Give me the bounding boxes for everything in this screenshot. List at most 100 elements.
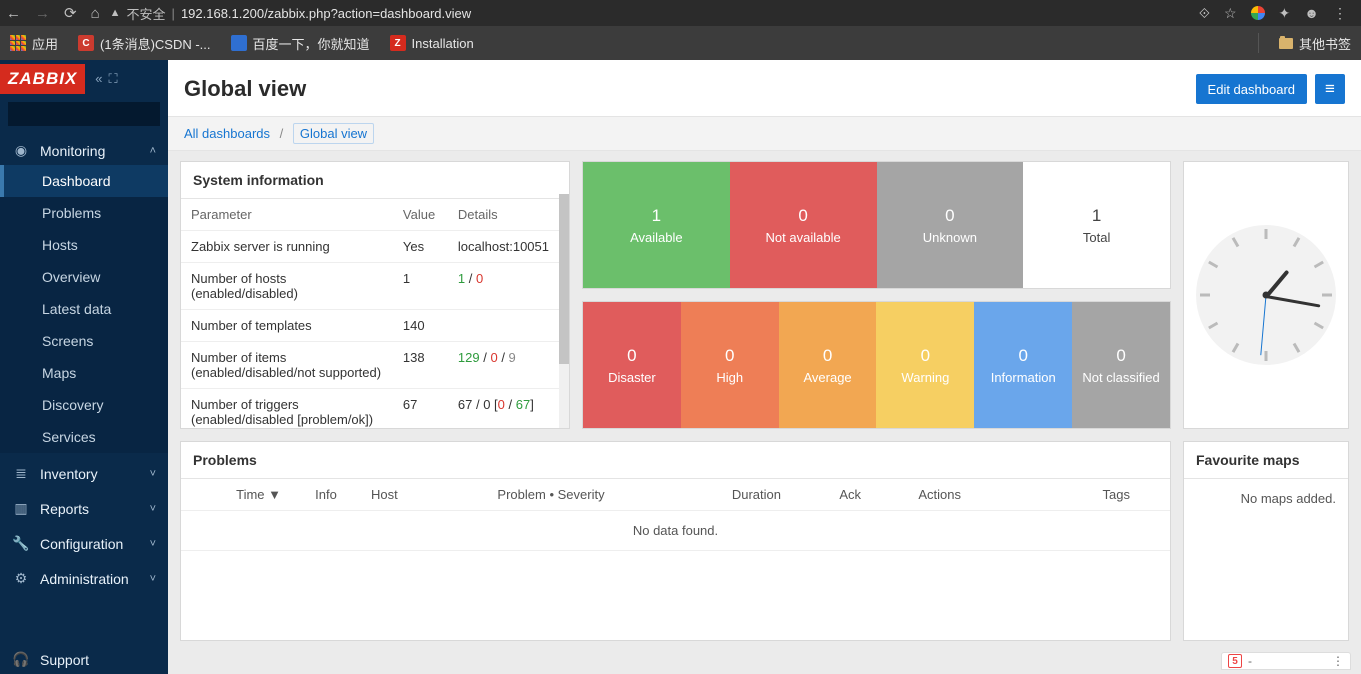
col-host[interactable]: Host <box>361 479 441 511</box>
favourite-maps-widget: Favourite maps No maps added. <box>1183 441 1349 641</box>
nav-discovery[interactable]: Discovery <box>0 389 168 421</box>
second-hand <box>1260 295 1266 355</box>
sidebar: ZABBIX « ⛶ 🔍 ◉Monitoring˄ Dashboard Prob… <box>0 60 168 674</box>
page-title: Global view <box>184 76 306 102</box>
apps-bookmark[interactable]: 应用 <box>10 34 58 53</box>
col-problem[interactable]: Problem • Severity <box>441 479 661 511</box>
chevron-down-icon: ˅ <box>150 573 156 585</box>
headset-icon: 🎧 <box>12 651 30 668</box>
chevron-down-icon: ˅ <box>150 503 156 515</box>
nav-inventory[interactable]: ≣Inventory˅ <box>0 453 168 488</box>
tile-disaster[interactable]: 0Disaster <box>583 302 681 428</box>
nav-latest-data[interactable]: Latest data <box>0 293 168 325</box>
favmaps-title: Favourite maps <box>1184 442 1348 479</box>
search-input[interactable] <box>9 107 176 121</box>
chevron-down-icon: ˅ <box>150 538 156 550</box>
nav-configuration[interactable]: 🔧Configuration˅ <box>0 523 168 558</box>
tile-unknown[interactable]: 0Unknown <box>877 162 1024 288</box>
sysinfo-row: Zabbix server is runningYeslocalhost:100… <box>181 231 559 263</box>
sysinfo-row: Number of hosts (enabled/disabled)11 / 0 <box>181 263 559 310</box>
col-actions[interactable]: Actions <box>871 479 971 511</box>
crumb-current: Global view <box>293 123 374 144</box>
host-availability-widget: 1Available 0Not available 0Unknown 1Tota… <box>582 161 1171 289</box>
main-content: Global view Edit dashboard ≡ All dashboa… <box>168 60 1361 674</box>
tile-not-classified[interactable]: 0Not classified <box>1072 302 1170 428</box>
nav-support[interactable]: 🎧Support <box>0 639 168 674</box>
profile-icon[interactable]: ☻ <box>1304 5 1319 21</box>
tile-not-available[interactable]: 0Not available <box>730 162 877 288</box>
bookmarks-bar: 应用 C(1条消息)CSDN -... 百度一下，你就知道 ZInstallat… <box>0 26 1361 60</box>
tile-available[interactable]: 1Available <box>583 162 730 288</box>
menu-icon[interactable]: ⋮ <box>1333 5 1347 22</box>
breadcrumb: All dashboards / Global view <box>168 116 1361 151</box>
insecure-label: 不安全 <box>127 4 166 23</box>
sysinfo-col-param: Parameter <box>181 199 393 231</box>
tile-warning[interactable]: 0Warning <box>876 302 974 428</box>
sysinfo-title: System information <box>181 162 569 199</box>
search-box[interactable]: 🔍 <box>8 102 160 126</box>
sysinfo-col-details: Details <box>448 199 559 231</box>
nav-maps[interactable]: Maps <box>0 357 168 389</box>
forward-icon[interactable]: → <box>35 5 50 22</box>
tile-information[interactable]: 0Information <box>974 302 1072 428</box>
problems-nodata: No data found. <box>181 511 1170 551</box>
sysinfo-col-value: Value <box>393 199 448 231</box>
nav-dashboard[interactable]: Dashboard <box>0 165 168 197</box>
zabbix-logo[interactable]: ZABBIX <box>0 64 85 94</box>
sysinfo-row: Number of templates140 <box>181 310 559 342</box>
eye-icon: ◉ <box>12 142 30 159</box>
dashboard-menu-button[interactable]: ≡ <box>1315 74 1345 104</box>
other-bookmarks[interactable]: 其他书签 <box>1279 34 1351 53</box>
col-time[interactable]: Time ▼ <box>181 479 291 511</box>
extensions-icon[interactable]: ✦ <box>1279 5 1291 22</box>
nav-overview[interactable]: Overview <box>0 261 168 293</box>
translate-icon[interactable]: ⟐ <box>1199 5 1210 22</box>
col-duration[interactable]: Duration <box>661 479 791 511</box>
tile-average[interactable]: 0Average <box>779 302 877 428</box>
sysinfo-scrollbar[interactable] <box>559 194 569 428</box>
gear-icon: ⚙ <box>12 570 30 587</box>
insecure-icon: ▲ <box>110 7 121 19</box>
nav-administration[interactable]: ⚙Administration˅ <box>0 558 168 593</box>
sysinfo-row: Number of items (enabled/disabled/not su… <box>181 342 559 389</box>
tool-icon: 5 <box>1228 654 1242 668</box>
tile-total[interactable]: 1Total <box>1023 162 1170 288</box>
reload-icon[interactable]: ⟳ <box>64 4 77 22</box>
favmaps-empty: No maps added. <box>1184 479 1348 518</box>
clock-widget <box>1183 161 1349 429</box>
floating-tool[interactable]: 5 - ⋮ <box>1221 652 1351 670</box>
system-information-widget: System information Parameter Value Detai… <box>180 161 570 429</box>
address-bar[interactable]: ▲ 不安全 | 192.168.1.200/zabbix.php?action=… <box>110 4 1189 23</box>
list-icon: ≣ <box>12 465 30 482</box>
tile-high[interactable]: 0High <box>681 302 779 428</box>
back-icon[interactable]: ← <box>6 5 21 22</box>
crumb-all-dashboards[interactable]: All dashboards <box>184 126 270 141</box>
google-icon[interactable] <box>1251 6 1265 20</box>
nav-monitoring[interactable]: ◉Monitoring˄ <box>0 130 168 165</box>
problems-title: Problems <box>181 442 1170 479</box>
browser-toolbar: ← → ⟳ ⌂ ▲ 不安全 | 192.168.1.200/zabbix.php… <box>0 0 1361 26</box>
nav-problems[interactable]: Problems <box>0 197 168 229</box>
col-info[interactable]: Info <box>291 479 361 511</box>
nav-hosts[interactable]: Hosts <box>0 229 168 261</box>
home-icon[interactable]: ⌂ <box>91 5 100 22</box>
col-tags[interactable]: Tags <box>971 479 1170 511</box>
url-text: 192.168.1.200/zabbix.php?action=dashboar… <box>181 6 471 21</box>
baidu-bookmark[interactable]: 百度一下，你就知道 <box>231 34 370 53</box>
problems-widget: Problems Time ▼ Info Host Problem • Seve… <box>180 441 1171 641</box>
edit-dashboard-button[interactable]: Edit dashboard <box>1196 74 1307 104</box>
star-icon[interactable]: ☆ <box>1224 5 1237 22</box>
csdn-bookmark[interactable]: C(1条消息)CSDN -... <box>78 34 211 53</box>
nav-reports[interactable]: ▥Reports˅ <box>0 488 168 523</box>
nav-screens[interactable]: Screens <box>0 325 168 357</box>
installation-bookmark[interactable]: ZInstallation <box>390 35 474 51</box>
col-ack[interactable]: Ack <box>791 479 871 511</box>
problems-severity-widget: 0Disaster 0High 0Average 0Warning 0Infor… <box>582 301 1171 429</box>
fullscreen-icon[interactable]: ⛶ <box>109 71 118 87</box>
sysinfo-row: Number of triggers (enabled/disabled [pr… <box>181 389 559 430</box>
nav-services[interactable]: Services <box>0 421 168 453</box>
minute-hand <box>1266 295 1321 308</box>
analog-clock <box>1196 225 1336 365</box>
chart-icon: ▥ <box>12 500 30 517</box>
collapse-icon[interactable]: « <box>95 71 102 87</box>
